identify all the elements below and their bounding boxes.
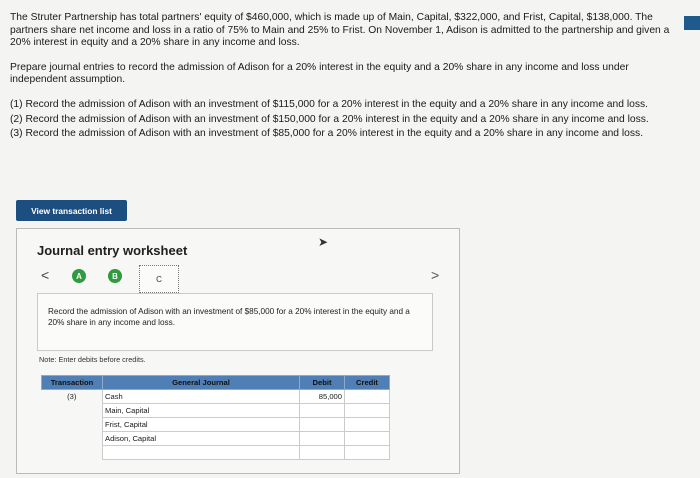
- credit-cell[interactable]: [344, 431, 390, 446]
- problem-text: The Struter Partnership has total partne…: [10, 12, 686, 143]
- worksheet-title: Journal entry worksheet: [37, 243, 188, 258]
- column-header-credit: Credit: [344, 375, 390, 390]
- transaction-cell: [42, 446, 103, 460]
- table-row: Main, Capital: [42, 403, 390, 418]
- table-row: [42, 445, 390, 460]
- account-cell[interactable]: [102, 445, 300, 460]
- debit-cell[interactable]: [299, 431, 345, 446]
- task-3: (3) Record the admission of Adison with …: [10, 128, 644, 140]
- note-text: Note: Enter debits before credits.: [39, 355, 146, 364]
- previous-arrow-icon[interactable]: <: [41, 267, 49, 283]
- table-row: Frist, Capital: [42, 417, 390, 432]
- task-1: (1) Record the admission of Adison with …: [10, 98, 649, 110]
- next-arrow-icon[interactable]: >: [431, 267, 439, 283]
- column-header-general-journal: General Journal: [102, 375, 300, 390]
- debit-cell[interactable]: [299, 403, 345, 418]
- transaction-cell: [42, 418, 103, 432]
- transaction-cell: [42, 432, 103, 446]
- credit-cell[interactable]: [344, 389, 390, 404]
- step-b-button[interactable]: B: [108, 269, 122, 283]
- account-cell[interactable]: Cash: [102, 389, 300, 404]
- journal-entry-worksheet: Journal entry worksheet < A B C > Record…: [16, 228, 460, 474]
- credit-cell[interactable]: [344, 403, 390, 418]
- problem-prompt: Prepare journal entries to record the ad…: [10, 61, 629, 86]
- column-header-transaction: Transaction: [41, 375, 103, 390]
- transaction-cell: (3): [67, 392, 77, 402]
- credit-cell[interactable]: [344, 417, 390, 432]
- account-cell[interactable]: Frist, Capital: [102, 417, 300, 432]
- instruction-box: Record the admission of Adison with an i…: [37, 293, 433, 351]
- debit-cell[interactable]: [299, 417, 345, 432]
- journal-table: Transaction General Journal Debit Credit…: [41, 375, 390, 460]
- scrollbar-thumb[interactable]: [684, 16, 700, 30]
- debit-cell[interactable]: [299, 445, 345, 460]
- credit-cell[interactable]: [344, 445, 390, 460]
- table-row: Adison, Capital: [42, 431, 390, 446]
- column-header-debit: Debit: [299, 375, 345, 390]
- task-2: (2) Record the admission of Adison with …: [10, 113, 649, 125]
- mouse-cursor-icon: ➤: [318, 235, 329, 249]
- transaction-cell: [42, 404, 103, 418]
- step-c-button[interactable]: C: [139, 265, 179, 293]
- account-cell[interactable]: Main, Capital: [102, 403, 300, 418]
- view-transaction-list-button[interactable]: View transaction list: [16, 200, 127, 221]
- account-cell[interactable]: Adison, Capital: [102, 431, 300, 446]
- step-a-button[interactable]: A: [72, 269, 86, 283]
- table-row: (3) Cash 85,000: [42, 389, 390, 404]
- problem-intro: The Struter Partnership has total partne…: [10, 12, 670, 49]
- debit-cell[interactable]: 85,000: [299, 389, 345, 404]
